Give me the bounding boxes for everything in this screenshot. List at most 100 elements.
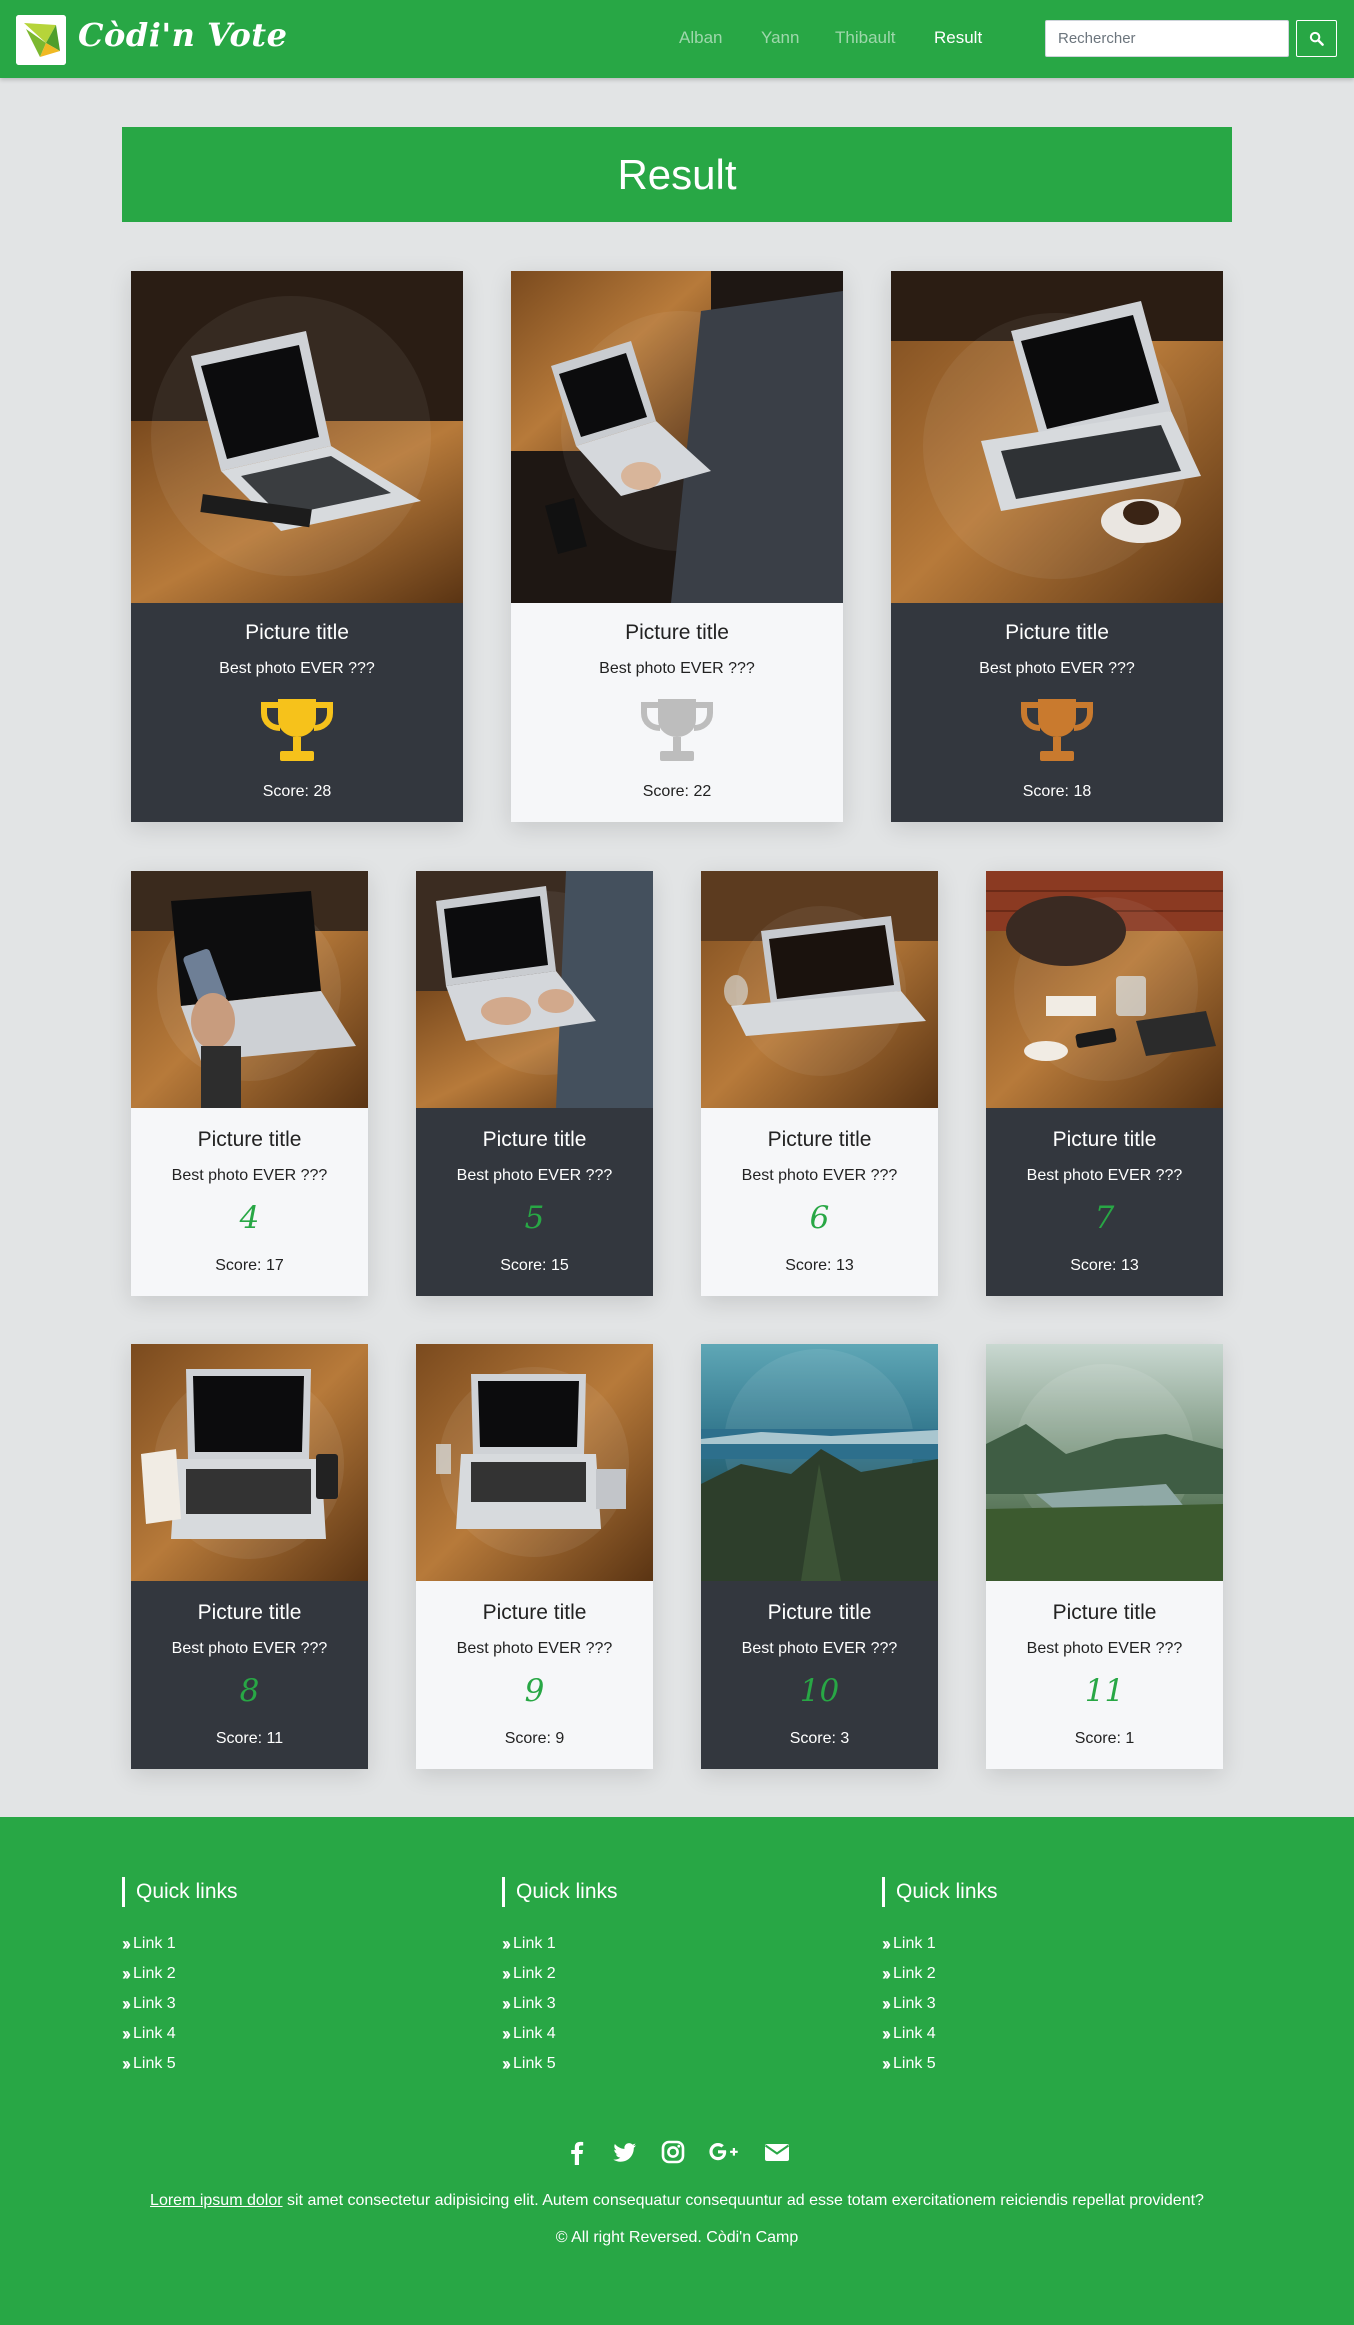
footer-column-title: Quick links [502, 1877, 862, 1907]
footer-text-body: sit amet consectetur adipisicing elit. A… [282, 2192, 1204, 2209]
footer-link[interactable]: ›› Link 4 [882, 2019, 1242, 2049]
double-chevron-right-icon: ›› [882, 2054, 891, 2074]
ranked-card-7[interactable]: Picture title Best photo EVER ??? 7 Scor… [986, 871, 1223, 1296]
card-photo [416, 1344, 653, 1581]
footer-link[interactable]: ›› Link 5 [882, 2049, 1242, 2079]
double-chevron-right-icon: ›› [122, 1934, 131, 1954]
ranked-card-10[interactable]: Picture title Best photo EVER ??? 10 Sco… [701, 1344, 938, 1769]
footer-link[interactable]: ›› Link 3 [882, 1989, 1242, 2019]
footer-link[interactable]: ›› Link 5 [502, 2049, 862, 2079]
footer-link[interactable]: ›› Link 2 [122, 1959, 482, 1989]
card-subtitle: Best photo EVER ??? [599, 660, 755, 677]
double-chevron-right-icon: ›› [502, 2024, 511, 2044]
trophy-gold-icon [261, 699, 333, 761]
brand-logo[interactable] [16, 15, 66, 65]
ranked-card-8[interactable]: Picture title Best photo EVER ??? 8 Scor… [131, 1344, 368, 1769]
footer: Quick links ›› Link 1 ›› Link 2 ›› Link 3 ›… [0, 1817, 1354, 2325]
card-subtitle: Best photo EVER ??? [1026, 1167, 1183, 1184]
footer-link[interactable]: ›› Link 4 [122, 2019, 482, 2049]
ranked-card-11[interactable]: Picture title Best photo EVER ??? 11 Sco… [986, 1344, 1223, 1769]
double-chevron-right-icon: ›› [882, 1994, 891, 2014]
card-photo [131, 871, 368, 1108]
ranked-card-6[interactable]: Picture title Best photo EVER ??? 6 Scor… [701, 871, 938, 1296]
footer-link[interactable]: ›› Link 1 [122, 1929, 482, 1959]
footer-link[interactable]: ›› Link 2 [502, 1959, 862, 1989]
double-chevron-right-icon: ›› [502, 1934, 511, 1954]
double-chevron-right-icon: ›› [122, 2024, 131, 2044]
card-subtitle: Best photo EVER ??? [456, 1167, 613, 1184]
card-rank: 5 [524, 1200, 545, 1236]
card-title: Picture title [1005, 621, 1109, 644]
card-body: Picture title Best photo EVER ??? Score:… [511, 603, 843, 822]
footer-link[interactable]: ›› Link 3 [122, 1989, 482, 2019]
card-photo [701, 871, 938, 1108]
podium-card-3[interactable]: Picture title Best photo EVER ??? Score:… [891, 271, 1223, 822]
double-chevron-right-icon: ›› [882, 1964, 891, 1984]
nav-link-yann[interactable]: Yann [761, 28, 799, 48]
page-title: Result [617, 150, 737, 198]
search-button[interactable] [1296, 20, 1337, 57]
card-subtitle: Best photo EVER ??? [741, 1640, 898, 1657]
card-rank: 4 [239, 1200, 260, 1236]
navbar: Còdi'n Vote Alban Yann Thibault Result [0, 0, 1354, 78]
envelope-icon[interactable] [764, 2139, 790, 2165]
ranked-card-5[interactable]: Picture title Best photo EVER ??? 5 Scor… [416, 871, 653, 1296]
double-chevron-right-icon: ›› [122, 1964, 131, 1984]
double-chevron-right-icon: ›› [502, 2054, 511, 2074]
footer-link[interactable]: ›› Link 1 [882, 1929, 1242, 1959]
footer-column: Quick links ›› Link 1 ›› Link 2 ›› Link 3 ›… [882, 1877, 1242, 2079]
card-rank: 9 [524, 1673, 545, 1709]
card-rank: 10 [799, 1673, 840, 1709]
double-chevron-right-icon: ›› [122, 1994, 131, 2014]
google-plus-icon[interactable] [708, 2139, 742, 2165]
card-photo [416, 871, 653, 1108]
footer-link[interactable]: ›› Link 5 [122, 2049, 482, 2079]
card-score: Score: 3 [789, 1730, 850, 1747]
card-score: Score: 17 [215, 1257, 284, 1274]
footer-link[interactable]: ›› Link 2 [882, 1959, 1242, 1989]
twitter-icon[interactable] [612, 2139, 638, 2165]
ranked-card-4[interactable]: Picture title Best photo EVER ??? 4 Scor… [131, 871, 368, 1296]
card-score: Score: 28 [262, 783, 332, 800]
footer-link[interactable]: ›› Link 4 [502, 2019, 862, 2049]
brand-name[interactable]: Còdi'n Vote [78, 16, 287, 54]
card-score: Score: 11 [215, 1730, 284, 1747]
search-input[interactable] [1045, 20, 1289, 57]
ranked-card-9[interactable]: Picture title Best photo EVER ??? 9 Scor… [416, 1344, 653, 1769]
double-chevron-right-icon: ›› [502, 1964, 511, 1984]
card-body: Picture title Best photo EVER ??? 10 Sco… [701, 1581, 938, 1769]
card-title: Picture title [482, 1601, 587, 1624]
double-chevron-right-icon: ›› [502, 1994, 511, 2014]
card-body: Picture title Best photo EVER ??? 7 Scor… [986, 1108, 1223, 1296]
double-chevron-right-icon: ›› [882, 1934, 891, 1954]
trophy-silver-icon [641, 699, 713, 761]
footer-column-title: Quick links [122, 1877, 482, 1907]
footer-text-link[interactable]: Lorem ipsum dolor [150, 2192, 283, 2209]
card-photo [131, 1344, 368, 1581]
footer-link[interactable]: ›› Link 1 [502, 1929, 862, 1959]
card-title: Picture title [482, 1128, 587, 1151]
card-subtitle: Best photo EVER ??? [456, 1640, 613, 1657]
card-photo [986, 871, 1223, 1108]
podium-card-1[interactable]: Picture title Best photo EVER ??? Score:… [131, 271, 463, 822]
card-body: Picture title Best photo EVER ??? 6 Scor… [701, 1108, 938, 1296]
card-body: Picture title Best photo EVER ??? 8 Scor… [131, 1581, 368, 1769]
nav-link-alban[interactable]: Alban [679, 28, 722, 48]
card-subtitle: Best photo EVER ??? [171, 1640, 328, 1657]
card-body: Picture title Best photo EVER ??? Score:… [131, 603, 463, 822]
card-body: Picture title Best photo EVER ??? 4 Scor… [131, 1108, 368, 1296]
card-title: Picture title [1052, 1601, 1157, 1624]
card-body: Picture title Best photo EVER ??? Score:… [891, 603, 1223, 822]
facebook-icon[interactable] [564, 2139, 590, 2165]
instagram-icon[interactable] [660, 2139, 686, 2165]
podium-card-2[interactable]: Picture title Best photo EVER ??? Score:… [511, 271, 843, 822]
trophy-bronze-icon [1021, 699, 1093, 761]
footer-column-title: Quick links [882, 1877, 1242, 1907]
card-photo [891, 271, 1223, 603]
card-title: Picture title [197, 1128, 302, 1151]
card-score: Score: 22 [642, 783, 712, 800]
card-rank: 7 [1094, 1200, 1115, 1236]
nav-link-thibault[interactable]: Thibault [835, 28, 895, 48]
nav-link-result[interactable]: Result [934, 28, 982, 48]
footer-link[interactable]: ›› Link 3 [502, 1989, 862, 2019]
